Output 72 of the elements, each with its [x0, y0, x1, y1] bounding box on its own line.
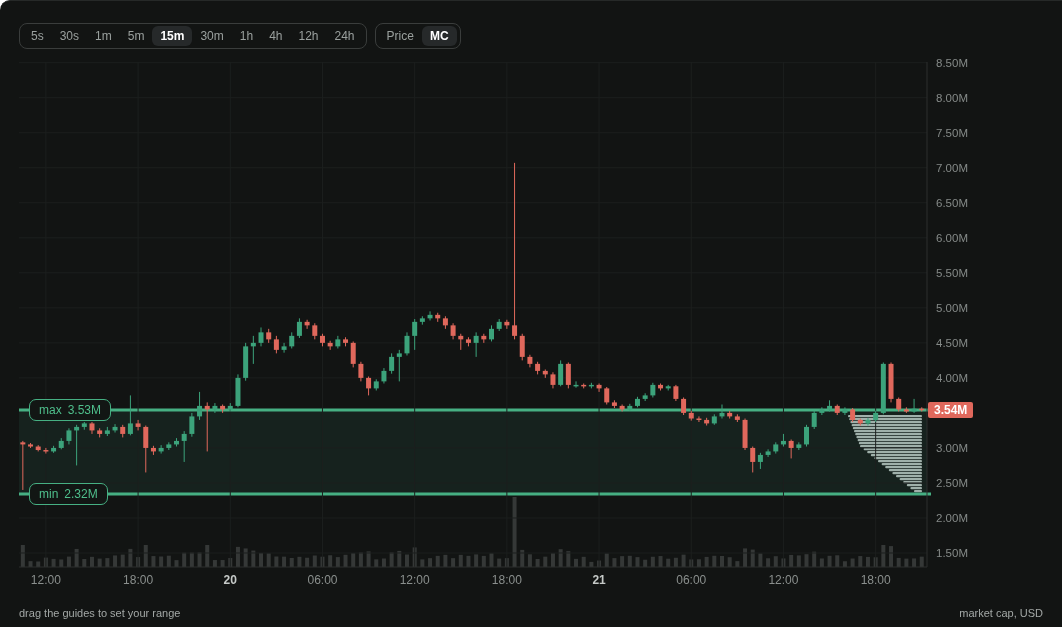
axis-label: 06:00: [676, 573, 707, 587]
axis-label: 2.00M: [936, 511, 968, 524]
option-tab[interactable]: 1h: [231, 26, 262, 46]
option-tab[interactable]: 12h: [290, 26, 327, 46]
candlestick: [366, 375, 372, 396]
candlestick: [43, 447, 49, 455]
candlestick: [911, 398, 917, 414]
candlestick: [143, 425, 149, 473]
candlestick: [811, 410, 817, 430]
axis-label: 18:00: [123, 573, 154, 587]
candlestick: [558, 359, 564, 387]
axis-label: 5.50M: [936, 266, 968, 279]
axis-label: 06:00: [307, 573, 338, 587]
axis-label: 6.50M: [936, 196, 968, 209]
axis-label: 5.00M: [936, 301, 968, 314]
axis-label: 21: [592, 573, 606, 587]
candlestick: [135, 419, 141, 431]
option-tab[interactable]: 30s: [51, 26, 88, 46]
axis-label: 8.50M: [936, 56, 968, 69]
hint-text: drag the guides to set your range: [19, 606, 181, 621]
axis-label: 12:00: [768, 573, 799, 587]
candlestick: [127, 394, 133, 436]
axis-label: 2.50M: [936, 476, 968, 489]
candlestick: [281, 342, 287, 354]
axis-label: 18:00: [491, 573, 522, 587]
candlestick: [189, 412, 195, 438]
axis-label: 1.50M: [936, 547, 968, 559]
option-tab[interactable]: 4h: [261, 26, 291, 46]
candlestick: [389, 352, 395, 375]
candlestick: [788, 439, 794, 459]
candlestick: [296, 317, 302, 339]
option-tab[interactable]: 30m: [192, 26, 232, 46]
candlestick: [350, 340, 356, 368]
axis-label: 12:00: [399, 573, 430, 587]
axis-label: 20: [223, 573, 237, 587]
option-tab[interactable]: Price: [378, 26, 422, 46]
candlestick: [842, 406, 848, 416]
candlestick: [258, 326, 264, 347]
candlestick: [804, 424, 810, 448]
candlestick: [765, 448, 771, 458]
candlestick: [20, 440, 26, 491]
axis-label: 4.00M: [936, 371, 968, 384]
candlestick: [519, 333, 525, 361]
candlestick: [750, 446, 756, 473]
price-tag: 3.54M: [928, 402, 974, 418]
axis-label: 8.00M: [936, 91, 968, 104]
axis-label: 12:00: [30, 573, 61, 587]
option-tab[interactable]: 15m: [152, 26, 193, 46]
guide-label[interactable]: min 2.32M: [29, 483, 108, 505]
option-tab[interactable]: 1m: [87, 26, 120, 46]
candlestick: [512, 162, 518, 340]
candlestick: [358, 361, 364, 382]
axis-label: 7.00M: [936, 161, 968, 174]
axis-label: 6.00M: [936, 231, 968, 244]
candlestick: [181, 430, 187, 463]
candlestick: [396, 349, 402, 382]
axis-label: 7.50M: [936, 126, 968, 139]
candlestick: [473, 331, 479, 358]
guide-label[interactable]: max 3.53M: [29, 399, 112, 421]
option-tab[interactable]: 5m: [119, 26, 153, 46]
option-tab[interactable]: 24h: [326, 26, 363, 46]
axis-label: 18:00: [860, 573, 891, 587]
candlestick: [565, 361, 571, 389]
unit-label: market cap, USD: [959, 606, 1043, 621]
candlestick: [197, 391, 203, 421]
axis-label: 4.50M: [936, 336, 968, 349]
option-tab[interactable]: 5s: [23, 26, 52, 46]
option-tab[interactable]: MC: [421, 26, 457, 46]
candlestick: [819, 406, 825, 416]
candlestick: [404, 331, 410, 356]
axis-label: 3.00M: [936, 441, 968, 454]
candlestick: [412, 318, 418, 351]
